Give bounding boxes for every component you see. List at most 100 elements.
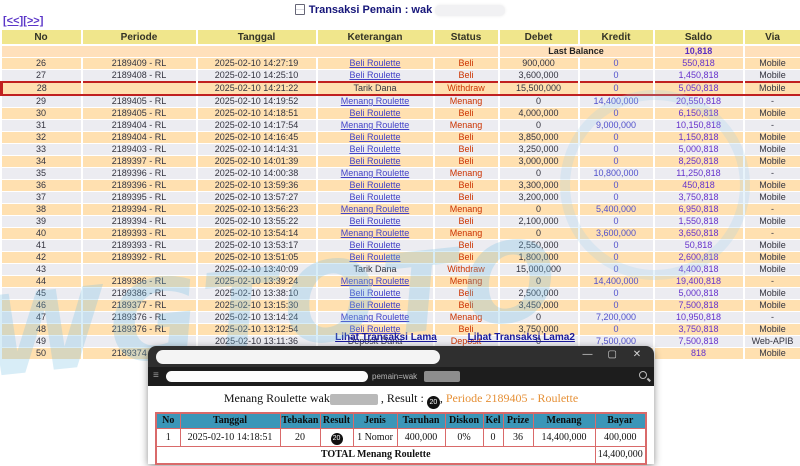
keterangan-link[interactable]: Beli Roulette <box>349 108 400 118</box>
keterangan-link[interactable]: Beli Roulette <box>349 288 400 298</box>
result-column-header-jenis: Jenis <box>352 412 398 429</box>
browser-tab-censored[interactable] <box>156 350 440 364</box>
cell-saldo: 5,000,818 <box>653 287 745 300</box>
result-column-header-diskon: Diskon <box>444 412 484 429</box>
transactions-body: 26 2189409 - RL 2025-02-10 14:27:19 Beli Ro… <box>0 57 800 360</box>
cell-status: Menang <box>433 275 500 288</box>
keterangan-link[interactable]: Menang Roulette <box>341 312 410 322</box>
cell-tanggal: 2025-02-10 13:57:27 <box>196 191 318 204</box>
keterangan-link[interactable]: Beli Roulette <box>349 300 400 310</box>
cell-via: Mobile <box>743 131 800 144</box>
cell-status: Withdraw <box>433 81 500 96</box>
cell-via: Mobile <box>743 299 800 312</box>
cell-kredit: 0 <box>578 107 655 120</box>
next-page-link[interactable]: [>>] <box>23 15 43 27</box>
keterangan-link[interactable]: Beli Roulette <box>349 252 400 262</box>
lihat-transaksi-lama-link[interactable]: Lihat Transaksi Lama <box>335 332 437 343</box>
pagination: [<<][>>] <box>3 15 43 27</box>
table-row: 35 2189396 - RL 2025-02-10 14:00:38 Menang … <box>1 167 800 180</box>
keterangan-link[interactable]: Menang Roulette <box>341 228 410 238</box>
table-row: 46 2189377 - RL 2025-02-10 13:15:30 Beli Ro… <box>1 299 800 312</box>
keterangan-link[interactable]: Menang Roulette <box>341 168 410 178</box>
cell-no: 44 <box>1 275 83 288</box>
cell-via: Mobile <box>743 81 800 96</box>
cell-kredit: 0 <box>578 143 655 156</box>
footer-links: Lihat Transaksi Lama Lihat Transaksi Lam… <box>0 332 800 343</box>
result-header-row: No Tanggal Tebakan Result Jenis Taruhan Diskon… <box>155 412 647 429</box>
close-button[interactable]: ✕ <box>626 349 648 360</box>
censored-url-segment <box>424 371 460 382</box>
cell-debet: 0 <box>498 227 580 240</box>
cell-debet: 3,450,000 <box>498 299 580 312</box>
cell-status: Beli <box>433 131 500 144</box>
prev-page-link[interactable]: [<<] <box>3 15 23 27</box>
keterangan-link[interactable]: Menang Roulette <box>341 96 410 106</box>
window-controls: — ▢ ✕ <box>576 349 648 360</box>
table-row: 34 2189397 - RL 2025-02-10 14:01:39 Beli Ro… <box>1 155 800 168</box>
cell-keterangan: Menang Roulette <box>316 227 435 240</box>
keterangan-link[interactable]: Beli Roulette <box>349 192 400 202</box>
cell-no: 41 <box>1 239 83 252</box>
cell-keterangan: Tarik Dana <box>316 81 435 96</box>
cell-debet: 0 <box>498 95 580 108</box>
lihat-transaksi-lama2-link[interactable]: Lihat Transaksi Lama2 <box>468 332 575 343</box>
table-row: 47 2189376 - RL 2025-02-10 13:14:24 Menang … <box>1 311 800 324</box>
cell-periode: 2189394 - RL <box>81 215 198 228</box>
cell-kredit: 0 <box>578 239 655 252</box>
cell-saldo: 5,050,818 <box>653 81 745 96</box>
cell-debet: 0 <box>498 275 580 288</box>
cell-tanggal: 2025-02-10 13:39:24 <box>196 275 318 288</box>
cell-debet: 3,200,000 <box>498 191 580 204</box>
keterangan-link[interactable]: Beli Roulette <box>349 58 400 68</box>
keterangan-link[interactable]: Menang Roulette <box>341 120 410 130</box>
cell-saldo: 4,400,818 <box>653 263 745 276</box>
result-column-header-no: No <box>155 412 181 429</box>
cell-saldo: 5,000,818 <box>653 143 745 156</box>
keterangan-link[interactable]: Beli Roulette <box>349 240 400 250</box>
cell-no: 34 <box>1 155 83 168</box>
transaksi-icon <box>294 4 305 15</box>
cell-saldo: 10,950,818 <box>653 311 745 324</box>
column-header-status: Status <box>433 30 500 46</box>
minimize-button[interactable]: — <box>576 349 598 360</box>
keterangan-link[interactable]: Beli Roulette <box>349 70 400 80</box>
table-row: 29 2189405 - RL 2025-02-10 14:19:52 Menang … <box>1 95 800 108</box>
cell-saldo: 818 <box>653 347 745 360</box>
table-row: 44 2189386 - RL 2025-02-10 13:39:24 Menang … <box>1 275 800 288</box>
keterangan-link[interactable]: Beli Roulette <box>349 216 400 226</box>
cell-kredit: 5,400,000 <box>578 203 655 216</box>
keterangan-link[interactable]: Beli Roulette <box>349 144 400 154</box>
cell-via: Mobile <box>743 251 800 264</box>
cell-periode: 2189394 - RL <box>81 203 198 216</box>
cell-via: Mobile <box>743 155 800 168</box>
cell-saldo: 50,818 <box>653 239 745 252</box>
keterangan-link[interactable]: Beli Roulette <box>349 132 400 142</box>
last-balance-spacer <box>1 45 500 58</box>
address-input-censored[interactable] <box>166 371 368 382</box>
tab-list-icon[interactable]: ≡ <box>153 371 159 381</box>
keterangan-link[interactable]: Beli Roulette <box>349 180 400 190</box>
cell-saldo: 3,750,818 <box>653 191 745 204</box>
popup-titlebar[interactable]: — ▢ ✕ <box>148 346 654 367</box>
cell-status: Beli <box>433 299 500 312</box>
column-header-kredit: Kredit <box>578 30 655 46</box>
zoom-icon[interactable] <box>639 371 647 379</box>
cell-kredit: 0 <box>578 81 655 96</box>
table-row: 38 2189394 - RL 2025-02-10 13:56:23 Menang … <box>1 203 800 216</box>
cell-keterangan: Beli Roulette <box>316 143 435 156</box>
cell-kredit: 0 <box>578 263 655 276</box>
cell-kredit: 0 <box>578 155 655 168</box>
maximize-button[interactable]: ▢ <box>601 349 623 360</box>
keterangan-link[interactable]: Menang Roulette <box>341 276 410 286</box>
result-column-header-kel: Kel <box>482 412 504 429</box>
cell-no: 42 <box>1 251 83 264</box>
cell-status: Menang <box>433 203 500 216</box>
keterangan-link[interactable]: Menang Roulette <box>341 204 410 214</box>
cell-kredit: 0 <box>578 215 655 228</box>
page-title-text: Transaksi Pemain : wak <box>308 4 433 16</box>
cell-no: 32 <box>1 131 83 144</box>
keterangan-link[interactable]: Beli Roulette <box>349 156 400 166</box>
cell-via: Mobile <box>743 143 800 156</box>
cell-status: Beli <box>433 179 500 192</box>
cell-keterangan: Beli Roulette <box>316 215 435 228</box>
